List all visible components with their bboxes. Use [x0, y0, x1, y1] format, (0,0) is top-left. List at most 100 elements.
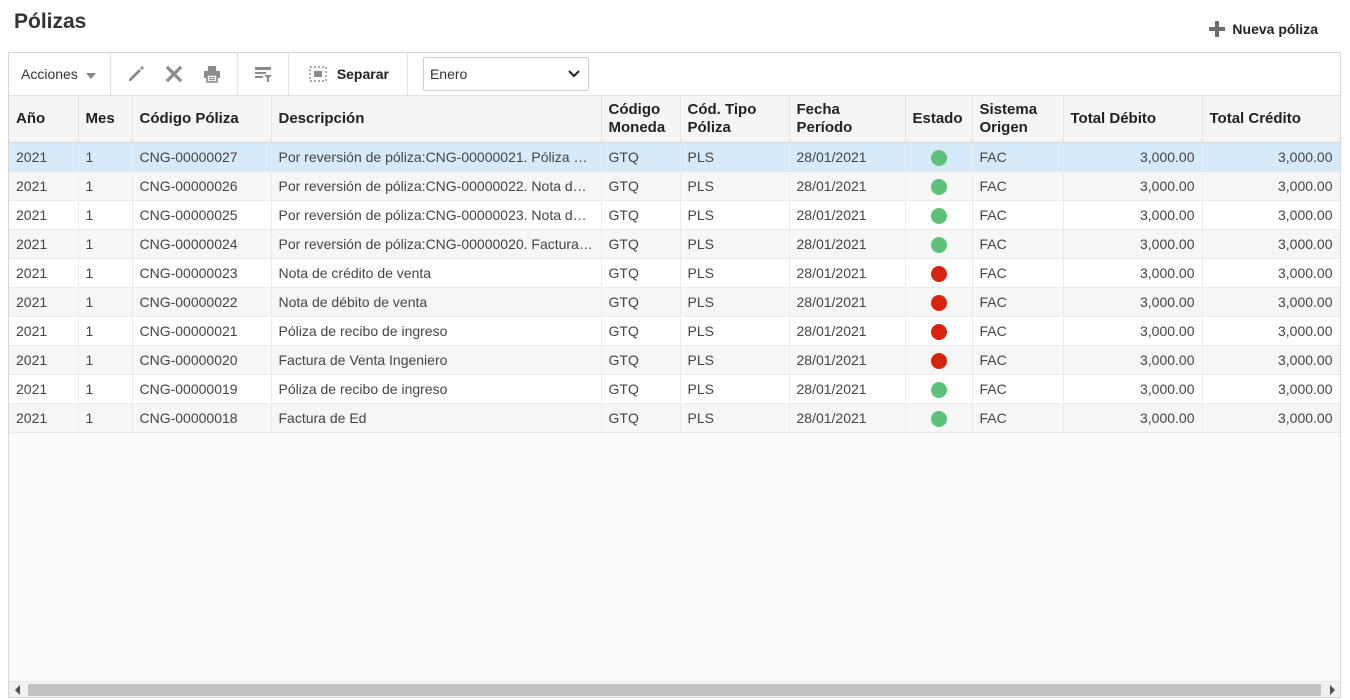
cell-month: 1 [78, 316, 133, 346]
cell-year: 2021 [9, 287, 79, 317]
table-row[interactable]: 2021 1 CNG-00000023 Nota de crédito de vent… [9, 258, 1340, 288]
table-row[interactable]: 2021 1 CNG-00000027 Por reversión de póliza… [9, 142, 1340, 172]
status-indicator [930, 149, 947, 166]
table-row[interactable]: 2021 1 CNG-00000025 Por reversión de póliza… [9, 200, 1340, 230]
status-indicator [930, 381, 947, 398]
chevron-down-icon [85, 72, 96, 79]
cell-year: 2021 [9, 374, 79, 404]
cell-month: 1 [78, 258, 133, 288]
cell-date: 28/01/2021 [789, 403, 906, 433]
pencil-icon[interactable] [125, 63, 147, 85]
cell-code: CNG-00000019 [132, 374, 272, 404]
table-row[interactable]: 2021 1 CNG-00000018 Factura de Ed GTQ PLS 28/0… [9, 403, 1340, 433]
cell-type: PLS [680, 142, 790, 172]
page-title: Pólizas [14, 10, 87, 33]
policies-panel: Acciones Separar Enero Año Mes Código Pó… [8, 52, 1341, 698]
column-header-origin[interactable]: Sistema Origen [972, 95, 1064, 143]
cell-origin: FAC [972, 374, 1064, 404]
horizontal-scrollbar[interactable] [9, 681, 1340, 697]
table-row[interactable]: 2021 1 CNG-00000026 Por reversión de póliza… [9, 171, 1340, 201]
cell-code: CNG-00000022 [132, 287, 272, 317]
scroll-left-button[interactable] [9, 682, 25, 698]
cell-type: PLS [680, 345, 790, 375]
cell-date: 28/01/2021 [789, 345, 906, 375]
month-select[interactable]: Enero [422, 57, 589, 91]
status-indicator [930, 410, 947, 427]
status-indicator [930, 207, 947, 224]
cell-origin: FAC [972, 258, 1064, 288]
cell-status [905, 403, 973, 433]
column-header-type[interactable]: Cód. Tipo Póliza [680, 95, 790, 143]
cell-status [905, 142, 973, 172]
actions-menu[interactable]: Acciones [9, 53, 110, 95]
cell-type: PLS [680, 287, 790, 317]
cell-debit: 3,000.00 [1063, 403, 1203, 433]
column-header-description[interactable]: Descripción [271, 95, 602, 143]
cell-date: 28/01/2021 [789, 200, 906, 230]
column-header-credit[interactable]: Total Crédito [1202, 95, 1340, 143]
cell-month: 1 [78, 403, 133, 433]
cell-description: Por reversión de póliza:CNG-00000020. Fa… [271, 229, 602, 259]
month-select-value: Enero [429, 66, 468, 82]
column-header-currency[interactable]: Código Moneda [601, 95, 681, 143]
cell-description: Por reversión de póliza:CNG-00000023. No… [271, 200, 602, 230]
new-policy-button[interactable]: Nueva póliza [1208, 20, 1318, 38]
cell-code: CNG-00000020 [132, 345, 272, 375]
table-row[interactable]: 2021 1 CNG-00000024 Por reversión de póliza… [9, 229, 1340, 259]
cell-debit: 3,000.00 [1063, 345, 1203, 375]
cell-year: 2021 [9, 403, 79, 433]
status-indicator [930, 236, 947, 253]
scrollbar-thumb[interactable] [28, 683, 1321, 696]
table-row[interactable]: 2021 1 CNG-00000022 Nota de débito de venta… [9, 287, 1340, 317]
cell-credit: 3,000.00 [1202, 229, 1340, 259]
cell-origin: FAC [972, 142, 1064, 172]
table-row[interactable]: 2021 1 CNG-00000021 Póliza de recibo de ing… [9, 316, 1340, 346]
cell-description: Factura de Venta Ingeniero [271, 345, 602, 375]
filter-icon[interactable] [252, 63, 274, 85]
cell-year: 2021 [9, 258, 79, 288]
cell-status [905, 345, 973, 375]
cell-month: 1 [78, 345, 133, 375]
table-header-row: Año Mes Código Póliza Descripción Código… [9, 95, 1340, 143]
cell-origin: FAC [972, 287, 1064, 317]
cell-type: PLS [680, 374, 790, 404]
filter-group [238, 53, 288, 95]
new-policy-label: Nueva póliza [1232, 21, 1318, 37]
cell-code: CNG-00000024 [132, 229, 272, 259]
cell-month: 1 [78, 142, 133, 172]
table-row[interactable]: 2021 1 CNG-00000019 Póliza de recibo de ing… [9, 374, 1340, 404]
cell-origin: FAC [972, 316, 1064, 346]
cell-month: 1 [78, 171, 133, 201]
cell-currency: GTQ [601, 403, 681, 433]
cell-status [905, 258, 973, 288]
column-header-date[interactable]: Fecha Período [789, 95, 906, 143]
split-button[interactable]: Separar [289, 53, 407, 95]
column-header-month[interactable]: Mes [78, 95, 133, 143]
close-icon[interactable] [163, 63, 185, 85]
cell-code: CNG-00000026 [132, 171, 272, 201]
cell-code: CNG-00000025 [132, 200, 272, 230]
cell-origin: FAC [972, 403, 1064, 433]
column-header-status[interactable]: Estado [905, 95, 973, 143]
cell-date: 28/01/2021 [789, 258, 906, 288]
cell-debit: 3,000.00 [1063, 229, 1203, 259]
column-header-debit[interactable]: Total Débito [1063, 95, 1203, 143]
scroll-right-button[interactable] [1324, 682, 1340, 698]
cell-status [905, 316, 973, 346]
cell-year: 2021 [9, 345, 79, 375]
printer-icon[interactable] [201, 63, 223, 85]
toolbar-divider [406, 53, 408, 95]
column-header-year[interactable]: Año [9, 95, 79, 143]
cell-currency: GTQ [601, 287, 681, 317]
cell-month: 1 [78, 374, 133, 404]
cell-date: 28/01/2021 [789, 229, 906, 259]
cell-origin: FAC [972, 171, 1064, 201]
status-indicator [930, 265, 947, 282]
table-row[interactable]: 2021 1 CNG-00000020 Factura de Venta Ingeni… [9, 345, 1340, 375]
cell-currency: GTQ [601, 200, 681, 230]
cell-currency: GTQ [601, 374, 681, 404]
cell-description: Póliza de recibo de ingreso [271, 316, 602, 346]
column-header-code[interactable]: Código Póliza [132, 95, 272, 143]
table-body: 2021 1 CNG-00000027 Por reversión de póliza… [9, 142, 1340, 433]
status-indicator [930, 178, 947, 195]
